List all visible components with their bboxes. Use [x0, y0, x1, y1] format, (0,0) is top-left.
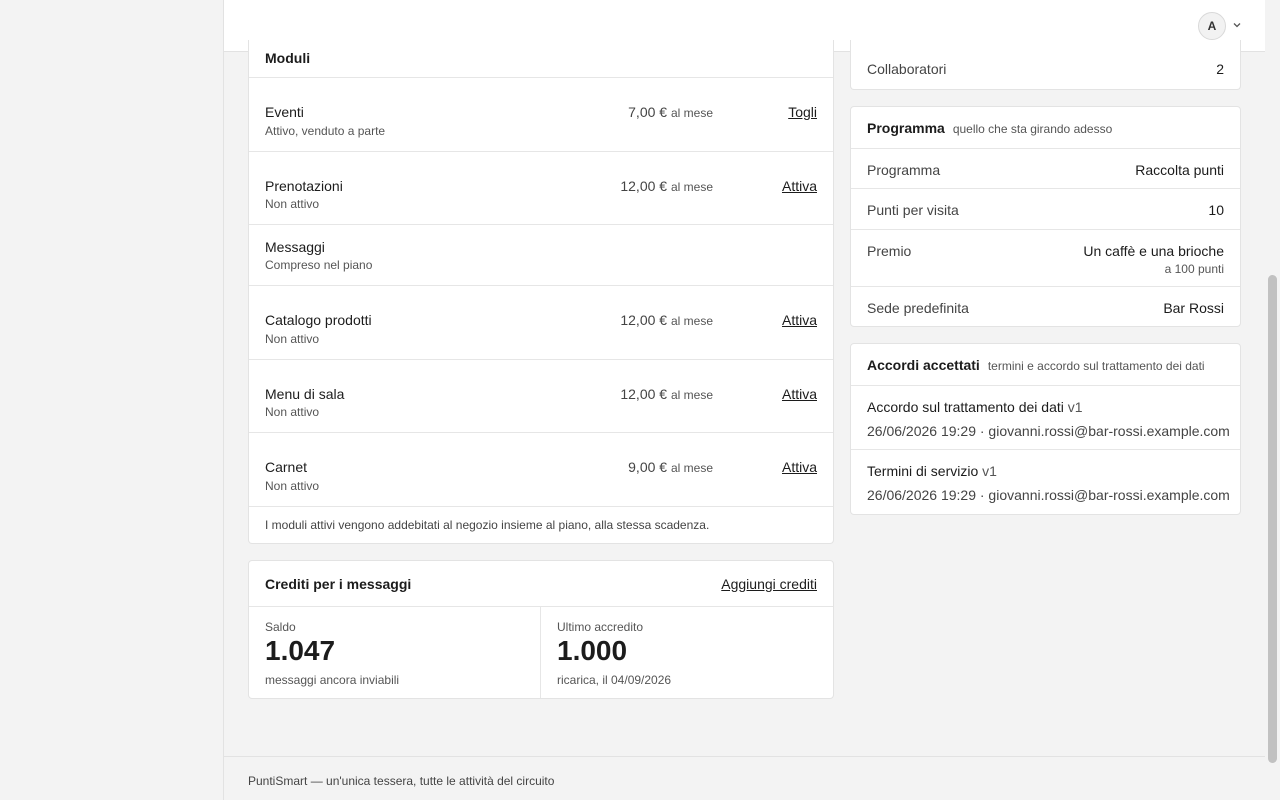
module-price: 12,00 € al mese [620, 178, 713, 194]
balance-label: Saldo [265, 620, 296, 634]
activate-module-button[interactable]: Attiva [782, 178, 817, 194]
sidebar [0, 0, 224, 800]
agreement-item: Accordo sul trattamento dei dati v1 26/0… [851, 386, 1240, 450]
collaborators-label: Collaboratori [867, 61, 947, 77]
agreements-subtitle: termini e accordo sul trattamento dei da… [987, 359, 1205, 373]
balance-cell: Saldo 1.047 messaggi ancora inviabili [249, 607, 541, 698]
module-name: Eventi [265, 104, 304, 120]
collaborators-value: 2 [1216, 61, 1224, 77]
program-row-label: Sede predefinita [867, 300, 969, 316]
scrollbar-thumb[interactable] [1268, 275, 1277, 763]
program-row-value: Bar Rossi [1163, 300, 1224, 316]
module-row-prenotazioni: Prenotazioni Non attivo 12,00 € al mese … [249, 152, 833, 225]
program-row-sub: a 100 punti [1164, 262, 1224, 276]
footer-text: PuntiSmart — un'unica tessera, tutte le … [248, 774, 555, 788]
program-card: Programma quello che sta girando adesso P… [850, 106, 1241, 327]
module-price: 7,00 € al mese [628, 104, 713, 120]
program-row: Sede predefinita Bar Rossi [851, 287, 1240, 326]
module-name: Menu di sala [265, 386, 345, 402]
agreement-meta: 26/06/2026 19:29 · giovanni.rossi@bar-ro… [867, 423, 1230, 439]
activate-module-button[interactable]: Attiva [782, 386, 817, 402]
modules-title: Moduli [265, 50, 311, 66]
activate-module-button[interactable]: Attiva [782, 312, 817, 328]
program-row-value: Un caffè e una brioche [1083, 243, 1224, 259]
collaborators-card: Collaboratori 2 [850, 40, 1241, 90]
credits-title: Crediti per i messaggi [265, 576, 412, 592]
agreement-meta: 26/06/2026 19:29 · giovanni.rossi@bar-ro… [867, 487, 1230, 503]
program-row-label: Punti per visita [867, 202, 959, 218]
program-header: Programma quello che sta girando adesso [851, 107, 1240, 149]
agreement-title: Termini di servizio v1 [867, 463, 997, 479]
module-name: Messaggi [265, 239, 325, 255]
agreement-item: Termini di servizio v1 26/06/2026 19:29 … [851, 450, 1240, 514]
agreement-title: Accordo sul trattamento dei dati v1 [867, 399, 1083, 415]
module-status: Non attivo [265, 479, 320, 493]
balance-sub: messaggi ancora inviabili [265, 673, 400, 687]
remove-module-button[interactable]: Togli [788, 104, 817, 120]
program-row-value: Raccolta punti [1135, 162, 1224, 178]
last-credit-label: Ultimo accredito [557, 620, 644, 634]
module-row-messaggi: Messaggi Compreso nel piano [249, 225, 833, 286]
program-row-label: Premio [867, 243, 912, 259]
agreements-title: Accordi accettati termini e accordo sul t… [867, 357, 1205, 373]
footer-divider [224, 756, 1265, 757]
module-row-carnet: Carnet Non attivo 9,00 € al mese Attiva [249, 433, 833, 507]
module-row-eventi: Eventi Attivo, venduto a parte 7,00 € al… [249, 78, 833, 152]
agreements-header: Accordi accettati termini e accordo sul t… [851, 344, 1240, 386]
module-price: 9,00 € al mese [628, 459, 713, 475]
chevron-down-icon[interactable] [1231, 19, 1243, 31]
module-name: Prenotazioni [265, 178, 343, 194]
modules-header: Moduli [249, 40, 833, 78]
program-title: Programma quello che sta girando adesso [867, 120, 1113, 136]
program-subtitle: quello che sta girando adesso [952, 122, 1113, 136]
module-name: Carnet [265, 459, 308, 475]
module-status: Non attivo [265, 332, 320, 346]
add-credits-button[interactable]: Aggiungi crediti [721, 576, 817, 592]
user-avatar[interactable]: A [1198, 12, 1226, 40]
module-status: Attivo, venduto a parte [265, 124, 386, 138]
program-row: Premio Un caffè e una brioche a 100 punt… [851, 230, 1240, 287]
module-name: Catalogo prodotti [265, 312, 372, 328]
program-row-value: 10 [1208, 202, 1224, 218]
agreements-card: Accordi accettati termini e accordo sul t… [850, 343, 1241, 515]
last-credit-cell: Ultimo accredito 1.000 ricarica, il 04/0… [541, 607, 833, 698]
module-row-catalogo: Catalogo prodotti Non attivo 12,00 € al … [249, 286, 833, 360]
activate-module-button[interactable]: Attiva [782, 459, 817, 475]
balance-value: 1.047 [265, 635, 336, 666]
module-status: Non attivo [265, 405, 320, 419]
credits-header: Crediti per i messaggi Aggiungi crediti [249, 561, 833, 607]
program-row: Programma Raccolta punti [851, 149, 1240, 189]
modules-card: Moduli Eventi Attivo, venduto a parte 7,… [248, 40, 834, 544]
program-row-label: Programma [867, 162, 941, 178]
module-row-menu-di-sala: Menu di sala Non attivo 12,00 € al mese … [249, 360, 833, 433]
last-credit-value: 1.000 [557, 635, 628, 666]
message-credits-card: Crediti per i messaggi Aggiungi crediti … [248, 560, 834, 699]
modules-billing-note: I moduli attivi vengono addebitati al ne… [265, 518, 710, 532]
module-status: Compreso nel piano [265, 258, 373, 272]
module-price: 12,00 € al mese [620, 386, 713, 402]
last-credit-sub: ricarica, il 04/09/2026 [557, 673, 672, 687]
program-row: Punti per visita 10 [851, 189, 1240, 230]
module-price: 12,00 € al mese [620, 312, 713, 328]
module-status: Non attivo [265, 197, 320, 211]
